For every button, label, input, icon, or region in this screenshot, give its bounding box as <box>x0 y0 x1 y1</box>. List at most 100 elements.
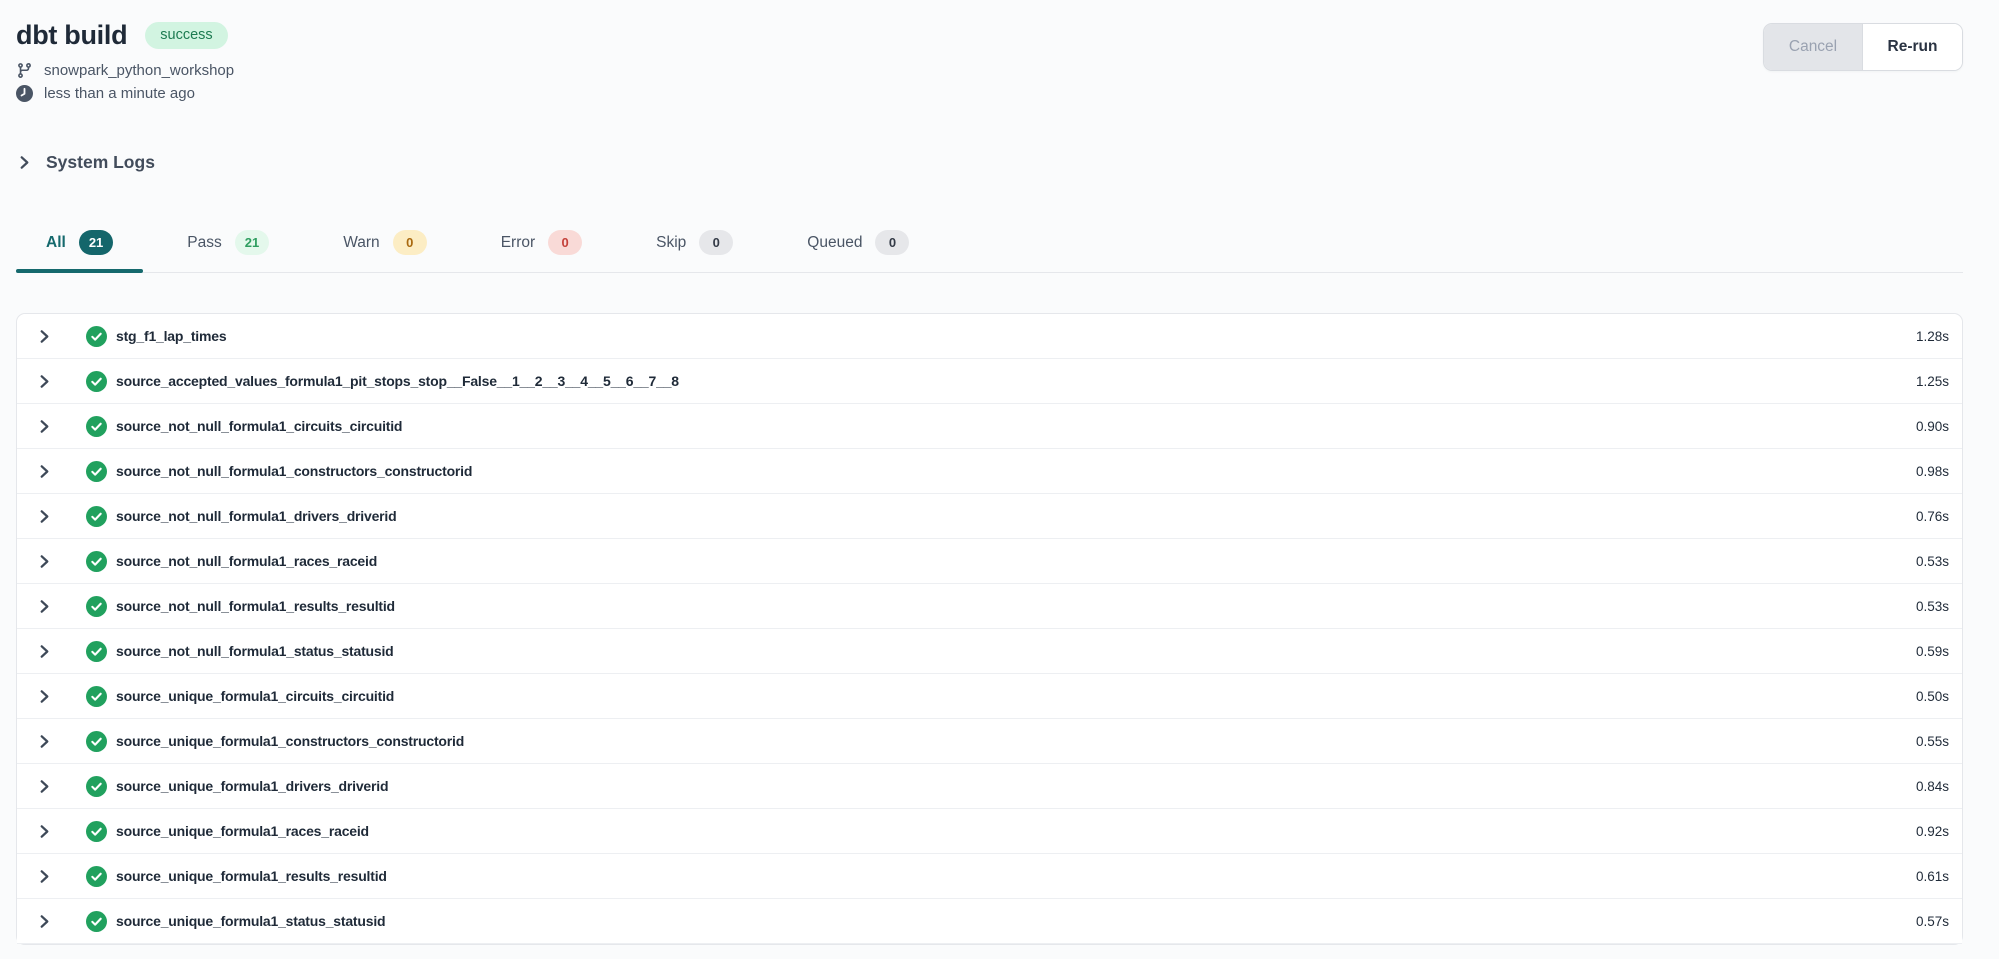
table-row[interactable]: source_not_null_formula1_drivers_driveri… <box>17 494 1962 539</box>
table-row[interactable]: source_unique_formula1_results_resultid … <box>17 854 1962 899</box>
row-expand-chevron-icon[interactable] <box>37 329 52 344</box>
tab-error[interactable]: Error 0 <box>471 217 612 272</box>
tab-label: Error <box>501 234 535 252</box>
table-row[interactable]: stg_f1_lap_times 1.28s <box>17 314 1962 359</box>
run-actions: Cancel Re-run <box>1763 23 1963 71</box>
run-header-left: dbt build success snowpark_python_worksh… <box>16 20 234 102</box>
tab-pass[interactable]: Pass 21 <box>157 217 299 272</box>
row-expand-chevron-icon[interactable] <box>37 464 52 479</box>
run-results-list: stg_f1_lap_times 1.28s source_accepted_v… <box>16 313 1963 945</box>
table-row[interactable]: source_accepted_values_formula1_pit_stop… <box>17 359 1962 404</box>
node-duration: 0.59s <box>1916 644 1949 659</box>
row-expand-chevron-icon[interactable] <box>37 599 52 614</box>
row-expand-chevron-icon[interactable] <box>37 689 52 704</box>
tab-label: Skip <box>656 234 686 252</box>
title-row: dbt build success <box>16 20 234 51</box>
node-duration: 0.90s <box>1916 419 1949 434</box>
table-row[interactable]: source_not_null_formula1_circuits_circui… <box>17 404 1962 449</box>
system-logs-toggle[interactable]: System Logs <box>17 152 1999 173</box>
node-name: source_unique_formula1_results_resultid <box>116 868 387 884</box>
run-header: dbt build success snowpark_python_worksh… <box>0 0 1999 102</box>
node-duration: 1.28s <box>1916 329 1949 344</box>
run-meta: snowpark_python_workshop less than a min… <box>16 62 234 102</box>
success-check-icon <box>86 596 107 617</box>
table-row[interactable]: source_not_null_formula1_constructors_co… <box>17 449 1962 494</box>
node-name: source_not_null_formula1_results_resulti… <box>116 598 395 614</box>
node-name: source_unique_formula1_circuits_circuiti… <box>116 688 394 704</box>
row-expand-chevron-icon[interactable] <box>37 869 52 884</box>
row-expand-chevron-icon[interactable] <box>37 734 52 749</box>
time-ago: less than a minute ago <box>44 85 195 102</box>
node-name: source_not_null_formula1_races_raceid <box>116 553 377 569</box>
table-row[interactable]: source_unique_formula1_circuits_circuiti… <box>17 674 1962 719</box>
row-expand-chevron-icon[interactable] <box>37 554 52 569</box>
tab-count-badge: 0 <box>699 230 733 255</box>
tab-count-badge: 0 <box>548 230 582 255</box>
rerun-button[interactable]: Re-run <box>1863 24 1962 70</box>
row-expand-chevron-icon[interactable] <box>37 779 52 794</box>
row-expand-chevron-icon[interactable] <box>37 914 52 929</box>
success-check-icon <box>86 461 107 482</box>
success-check-icon <box>86 506 107 527</box>
tab-skip[interactable]: Skip 0 <box>626 217 763 272</box>
success-check-icon <box>86 641 107 662</box>
table-row[interactable]: source_not_null_formula1_races_raceid 0.… <box>17 539 1962 584</box>
node-duration: 0.98s <box>1916 464 1949 479</box>
row-expand-chevron-icon[interactable] <box>37 374 52 389</box>
tab-count-badge: 0 <box>393 230 427 255</box>
node-name: source_not_null_formula1_status_statusid <box>116 643 394 659</box>
success-check-icon <box>86 911 107 932</box>
table-row[interactable]: source_unique_formula1_status_statusid 0… <box>17 899 1962 944</box>
tab-label: All <box>46 234 66 252</box>
success-check-icon <box>86 371 107 392</box>
row-expand-chevron-icon[interactable] <box>37 824 52 839</box>
tab-warn[interactable]: Warn 0 <box>313 217 456 272</box>
system-logs-label: System Logs <box>46 152 155 173</box>
branch-name: snowpark_python_workshop <box>44 62 234 79</box>
page-title: dbt build <box>16 20 127 51</box>
node-name: source_unique_formula1_drivers_driverid <box>116 778 388 794</box>
node-duration: 0.76s <box>1916 509 1949 524</box>
tab-queued[interactable]: Queued 0 <box>777 217 939 272</box>
success-check-icon <box>86 776 107 797</box>
node-duration: 0.84s <box>1916 779 1949 794</box>
table-row[interactable]: source_unique_formula1_races_raceid 0.92… <box>17 809 1962 854</box>
tab-count-badge: 21 <box>79 230 113 255</box>
table-row[interactable]: source_unique_formula1_drivers_driverid … <box>17 764 1962 809</box>
success-check-icon <box>86 686 107 707</box>
clock-icon <box>16 85 33 102</box>
table-row[interactable]: source_not_null_formula1_results_resulti… <box>17 584 1962 629</box>
tab-label: Queued <box>807 234 862 252</box>
node-duration: 0.57s <box>1916 914 1949 929</box>
node-name: source_accepted_values_formula1_pit_stop… <box>116 373 679 389</box>
table-row[interactable]: source_not_null_formula1_status_statusid… <box>17 629 1962 674</box>
success-check-icon <box>86 326 107 347</box>
row-expand-chevron-icon[interactable] <box>37 419 52 434</box>
node-duration: 0.50s <box>1916 689 1949 704</box>
success-check-icon <box>86 416 107 437</box>
git-branch-icon <box>16 62 33 79</box>
node-name: source_unique_formula1_constructors_cons… <box>116 733 464 749</box>
node-name: source_not_null_formula1_circuits_circui… <box>116 418 402 434</box>
node-name: stg_f1_lap_times <box>116 328 226 344</box>
tab-all[interactable]: All 21 <box>16 217 143 272</box>
success-check-icon <box>86 866 107 887</box>
node-duration: 0.61s <box>1916 869 1949 884</box>
success-check-icon <box>86 551 107 572</box>
node-duration: 1.25s <box>1916 374 1949 389</box>
row-expand-chevron-icon[interactable] <box>37 644 52 659</box>
tabs: All 21 Pass 21 Warn 0 Error 0 Skip 0 Que… <box>16 217 1963 273</box>
chevron-right-icon <box>17 155 32 170</box>
tab-label: Pass <box>187 234 221 252</box>
tab-label: Warn <box>343 234 379 252</box>
row-expand-chevron-icon[interactable] <box>37 509 52 524</box>
table-row[interactable]: source_unique_formula1_constructors_cons… <box>17 719 1962 764</box>
node-name: source_unique_formula1_status_statusid <box>116 913 385 929</box>
node-name: source_unique_formula1_races_raceid <box>116 823 369 839</box>
cancel-button[interactable]: Cancel <box>1764 24 1863 70</box>
node-duration: 0.92s <box>1916 824 1949 839</box>
tab-count-badge: 21 <box>235 230 269 255</box>
tab-count-badge: 0 <box>875 230 909 255</box>
branch-row: snowpark_python_workshop <box>16 62 234 79</box>
node-duration: 0.53s <box>1916 554 1949 569</box>
